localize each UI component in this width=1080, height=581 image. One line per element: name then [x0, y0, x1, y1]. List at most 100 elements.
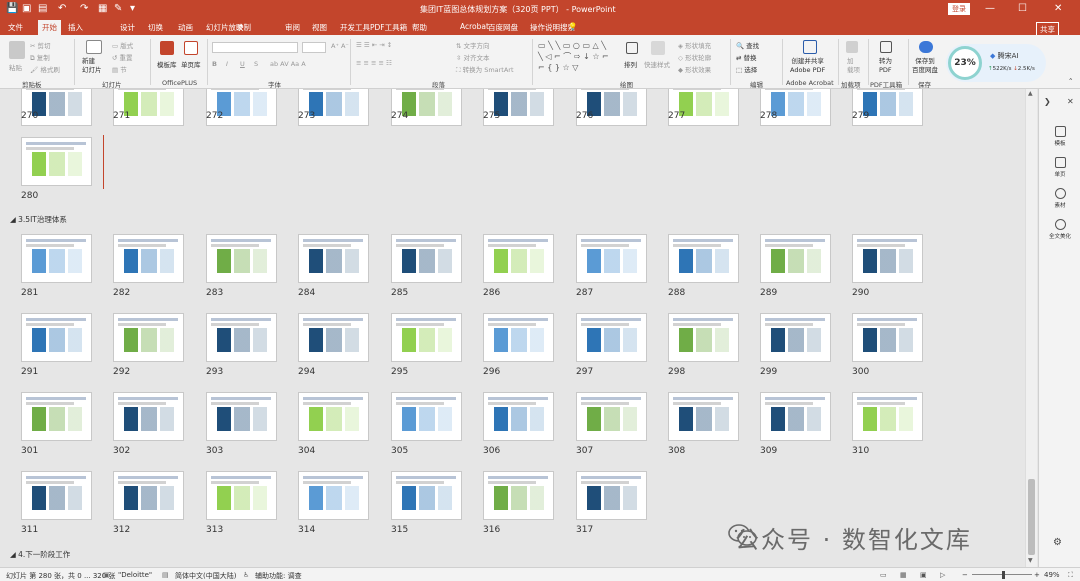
- slide-thumbnail[interactable]: [21, 234, 92, 283]
- slide-thumbnail[interactable]: [576, 234, 647, 283]
- shape-outline-button[interactable]: ◇ 形状轮廓: [678, 52, 711, 62]
- paste-button[interactable]: 粘贴: [9, 62, 22, 72]
- addin-icon[interactable]: [846, 41, 858, 53]
- template-button[interactable]: 模板库: [157, 59, 177, 69]
- quick-styles-icon[interactable]: [651, 41, 665, 55]
- save-baidu-button[interactable]: 保存到 百度网盘: [912, 57, 938, 75]
- tab-developer[interactable]: PDF工具箱: [370, 22, 407, 33]
- align-text-button[interactable]: ⇳ 对齐文本: [456, 52, 490, 62]
- reset-button[interactable]: ↺ 重置: [112, 52, 133, 62]
- reading-view-icon[interactable]: ▣: [920, 571, 927, 579]
- fit-window-icon[interactable]: ⛶: [1068, 571, 1073, 580]
- bold-button[interactable]: B: [212, 60, 217, 68]
- slide-thumbnail[interactable]: [576, 313, 647, 362]
- shape-fill-button[interactable]: ◈ 形状填充: [678, 40, 711, 50]
- tab-file[interactable]: 文件: [8, 22, 23, 33]
- slide-sorter[interactable]: 270 271 272 273 274 275 276 277 278 279 280 281 282 2…: [0, 89, 1024, 567]
- slide-thumbnail[interactable]: [576, 392, 647, 441]
- single-page-icon[interactable]: [184, 41, 198, 55]
- shape-effects-button[interactable]: ◆ 形状效果: [678, 64, 711, 74]
- slide-thumbnail[interactable]: [113, 392, 184, 441]
- create-share-pdf-button[interactable]: 创建并共享 Adobe PDF: [790, 57, 825, 75]
- format-painter-button[interactable]: 🖌 格式刷: [30, 64, 60, 74]
- tab-view[interactable]: 开发工具: [340, 22, 370, 33]
- accessibility-status[interactable]: 辅助功能: 调查: [255, 571, 302, 581]
- undo-icon[interactable]: ↶: [58, 3, 66, 14]
- sorter-view-icon[interactable]: ▦: [900, 571, 907, 579]
- slide-thumbnail[interactable]: [298, 234, 369, 283]
- slide-thumbnail[interactable]: [760, 392, 831, 441]
- slide-thumbnail[interactable]: [21, 137, 92, 186]
- tab-pdf-tools[interactable]: 帮助: [412, 22, 427, 33]
- slide-thumbnail[interactable]: [391, 234, 462, 283]
- slide-thumbnail[interactable]: [483, 471, 554, 520]
- spellcheck-icon[interactable]: ▣: [103, 571, 110, 579]
- slide-thumbnail[interactable]: [760, 313, 831, 362]
- section-header[interactable]: ◢ 4.下一阶段工作: [10, 549, 70, 560]
- slide-thumbnail[interactable]: [21, 471, 92, 520]
- tab-help[interactable]: Acrobat: [460, 22, 489, 31]
- section-header[interactable]: ◢ 3.5IT治理体系: [10, 214, 67, 225]
- font-grow-icon[interactable]: A⁺ A⁻: [331, 42, 349, 50]
- slideshow-icon[interactable]: ▦: [98, 3, 107, 14]
- tab-transitions[interactable]: 动画: [178, 22, 193, 33]
- scroll-up-icon[interactable]: ▲: [1028, 90, 1033, 97]
- slide-thumbnail[interactable]: [206, 471, 277, 520]
- copy-button[interactable]: ⧉ 复制: [30, 52, 50, 63]
- arrange-button[interactable]: 排列: [624, 59, 637, 69]
- slide-thumbnail[interactable]: [760, 234, 831, 283]
- panel-assets[interactable]: 素材: [1039, 188, 1080, 209]
- close-button[interactable]: ✕: [1054, 3, 1062, 14]
- slide-thumbnail[interactable]: [298, 392, 369, 441]
- slide-thumbnail[interactable]: [113, 471, 184, 520]
- zoom-in-button[interactable]: +: [1034, 571, 1040, 579]
- save-icon[interactable]: ▣: [22, 3, 31, 14]
- panel-beautify[interactable]: 全文美化: [1039, 219, 1080, 240]
- cut-button[interactable]: ✂ 剪切: [30, 40, 51, 50]
- panel-templates[interactable]: 模板: [1039, 126, 1080, 147]
- font-name-box[interactable]: [212, 42, 298, 53]
- zoom-out-button[interactable]: −: [962, 571, 968, 579]
- vertical-scrollbar[interactable]: ▲ ▼: [1025, 89, 1037, 567]
- slide-thumbnail[interactable]: [668, 234, 739, 283]
- bullets-icon[interactable]: ☰ ☰ ⇤ ⇥ ↕: [356, 41, 392, 49]
- panel-close-icon[interactable]: ✕: [1067, 97, 1074, 106]
- tab-officeplus[interactable]: 插入: [68, 22, 83, 33]
- paste-icon[interactable]: [9, 41, 25, 59]
- quick-styles-button[interactable]: 快速样式: [644, 59, 670, 69]
- zoom-level[interactable]: 49%: [1044, 571, 1060, 579]
- arrange-icon[interactable]: [626, 42, 638, 54]
- language-indicator[interactable]: 简体中文(中国大陆): [175, 571, 236, 581]
- slide-thumbnail[interactable]: [668, 313, 739, 362]
- scrollbar-thumb[interactable]: [1028, 479, 1035, 555]
- slide-thumbnail[interactable]: [391, 392, 462, 441]
- language-icon[interactable]: ▤: [162, 571, 169, 579]
- settings-icon[interactable]: ⚙: [1053, 537, 1062, 548]
- autosave-icon[interactable]: 💾: [6, 3, 18, 14]
- single-page-button[interactable]: 单页库: [181, 59, 201, 69]
- slide-thumbnail[interactable]: [206, 234, 277, 283]
- select-button[interactable]: ⬚ 选择: [736, 64, 757, 74]
- font-size-box[interactable]: [302, 42, 326, 53]
- tab-review[interactable]: 视图: [312, 22, 327, 33]
- tab-design[interactable]: 切换: [148, 22, 163, 33]
- slide-thumbnail[interactable]: [298, 313, 369, 362]
- slide-thumbnail[interactable]: [21, 313, 92, 362]
- slide-thumbnail[interactable]: [483, 392, 554, 441]
- slide-thumbnail[interactable]: [852, 313, 923, 362]
- section-button[interactable]: ▤ 节: [112, 64, 127, 74]
- slideshow-view-icon[interactable]: ▷: [940, 571, 945, 579]
- addin-button[interactable]: 加 载项: [847, 57, 860, 75]
- slide-thumbnail[interactable]: [206, 392, 277, 441]
- replace-button[interactable]: ⇄ 替换: [736, 52, 757, 62]
- minimize-button[interactable]: —: [985, 3, 995, 14]
- slide-thumbnail[interactable]: [483, 234, 554, 283]
- baidu-cloud-icon[interactable]: [919, 41, 933, 53]
- customize-icon[interactable]: ▾: [130, 3, 135, 14]
- tab-acrobat[interactable]: 百度网盘: [488, 22, 518, 33]
- slide-thumbnail[interactable]: [391, 471, 462, 520]
- new-slide-icon[interactable]: [86, 40, 102, 54]
- slide-thumbnail[interactable]: [852, 234, 923, 283]
- tab-home[interactable]: 开始: [38, 20, 61, 35]
- ai-widget[interactable]: 23% ◆ 腾宋AI ↑522K/s ↓2.5K/s: [946, 44, 1046, 82]
